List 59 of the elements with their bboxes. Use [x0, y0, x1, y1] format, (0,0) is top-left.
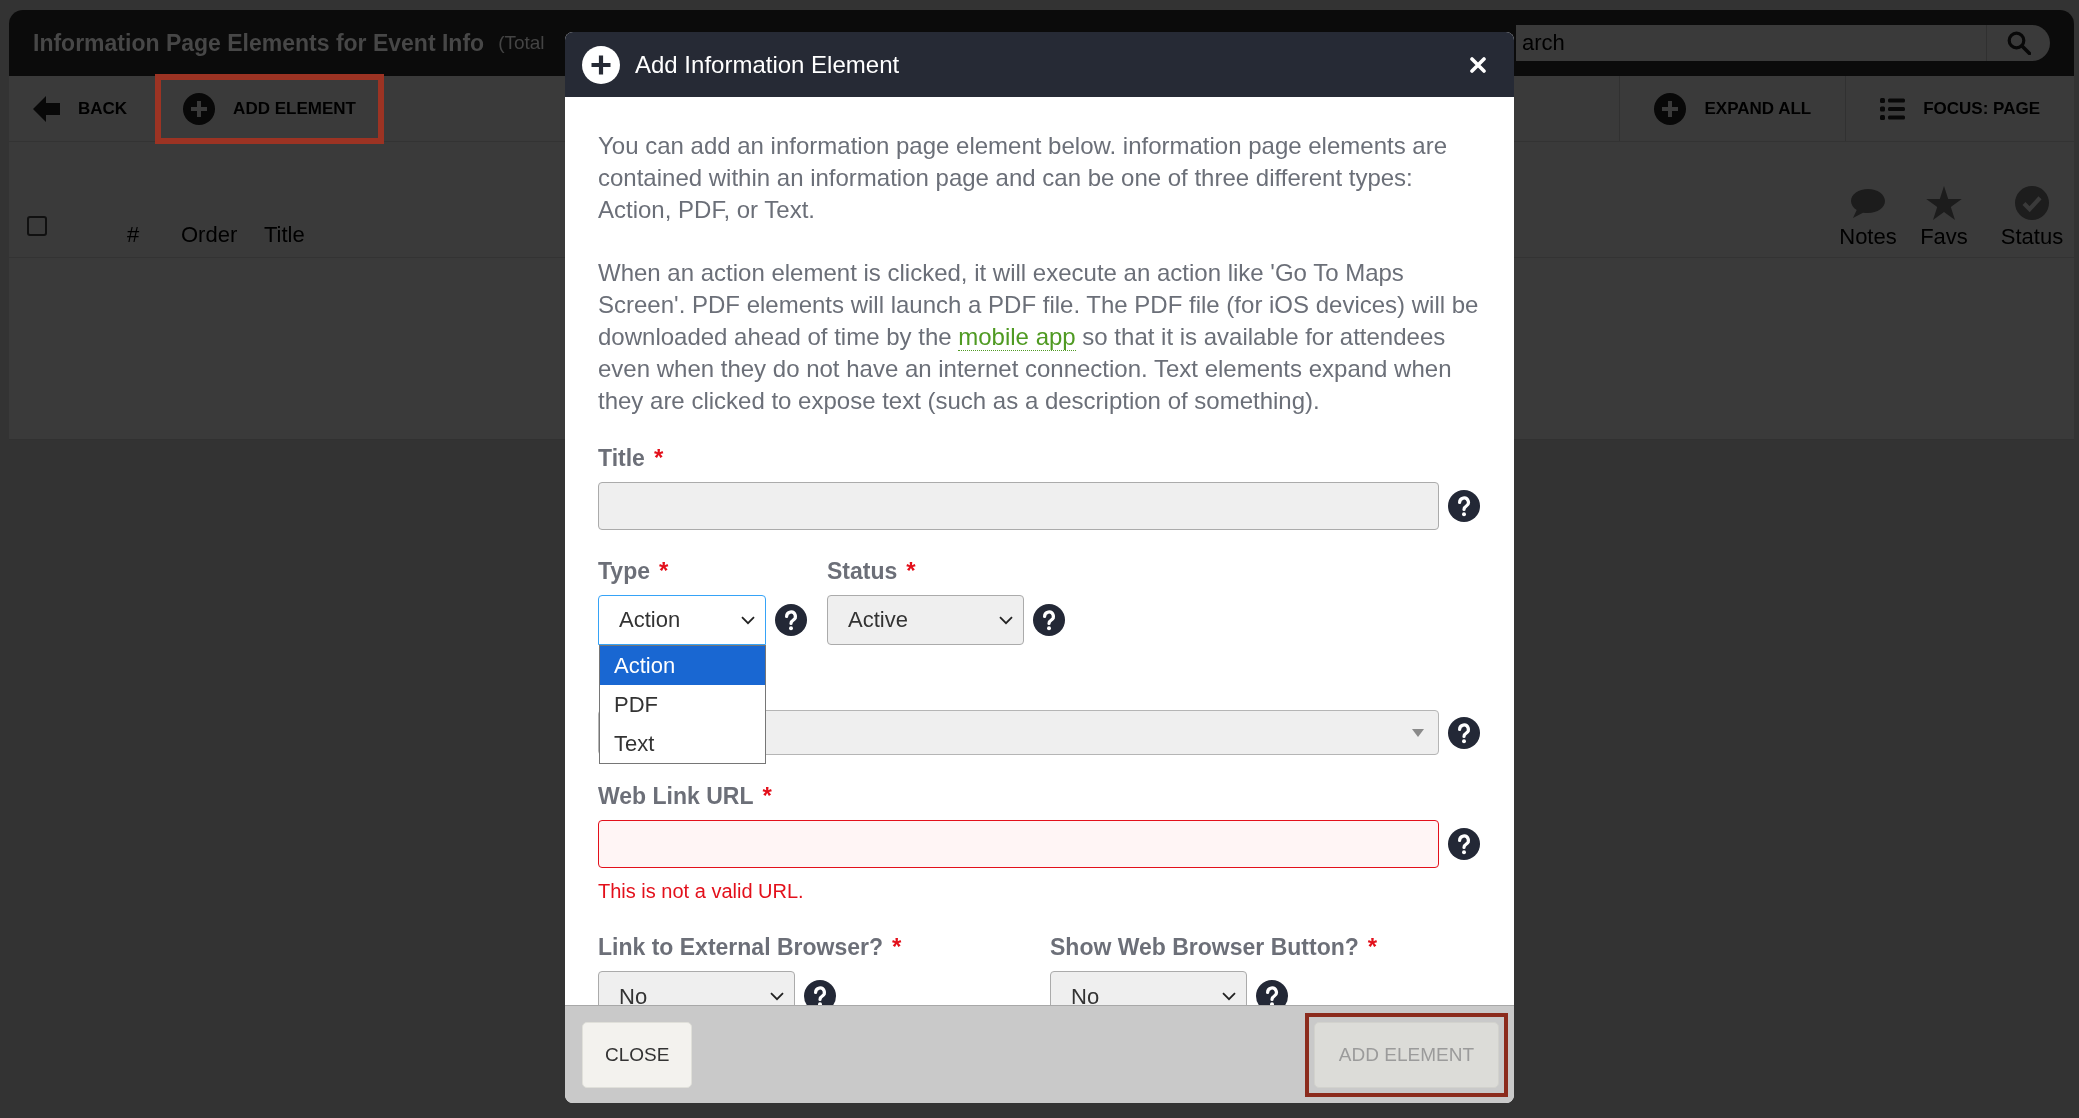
required-mark: *: [659, 556, 669, 586]
text-input[interactable]: [598, 482, 1439, 530]
column-header: Notes: [1839, 224, 1897, 250]
plus-circle-icon: [582, 45, 620, 84]
field-label: Title: [598, 444, 645, 473]
total-count-label: (Total: [498, 32, 545, 54]
help-icon[interactable]: [1448, 490, 1480, 522]
plus-circle-icon: [183, 92, 216, 125]
dropdown-option[interactable]: Action: [600, 646, 765, 685]
page-title: Information Page Elements for Event Info: [33, 29, 485, 57]
list-icon: [1880, 97, 1906, 120]
select-all-checkbox[interactable]: [27, 216, 47, 236]
chevron-down-icon: [999, 615, 1013, 625]
chevron-down-icon: [1222, 992, 1236, 1001]
caret-down-icon: [1412, 728, 1424, 737]
column-header: #: [127, 222, 141, 248]
star-icon: [1926, 186, 1962, 220]
error-message: This is not a valid URL.: [598, 879, 805, 904]
check-circle-icon: [2014, 186, 2050, 220]
select-field[interactable]: Action: [598, 595, 766, 645]
close-icon[interactable]: [1470, 56, 1486, 73]
column-header: Order: [181, 222, 239, 248]
field-label: Web Link URL: [598, 782, 754, 811]
speech-bubble-icon: [1850, 186, 1886, 220]
column-header: Favs: [1920, 224, 1968, 250]
plus-circle-icon: [1654, 92, 1687, 125]
select-field[interactable]: No: [1050, 971, 1247, 1005]
text-link[interactable]: mobile app: [958, 323, 1076, 351]
help-icon[interactable]: [775, 604, 807, 636]
field-label: Show Web Browser Button?: [1050, 933, 1359, 962]
required-mark: *: [762, 781, 772, 811]
field-label: Status: [827, 557, 898, 586]
help-icon[interactable]: [804, 980, 836, 1005]
field-label: Link to External Browser?: [598, 933, 883, 962]
column-header: Title: [264, 222, 305, 248]
help-icon[interactable]: [1256, 980, 1288, 1005]
help-icon[interactable]: [1448, 828, 1480, 860]
help-icon[interactable]: [1448, 716, 1480, 749]
chevron-down-icon: [770, 992, 784, 1001]
search-field[interactable]: arch: [1516, 25, 1986, 61]
intro-paragraph: When an action element is clicked, it will execute an action like 'Go To Maps Screen'. PDF elements will launch a PDF file. The PDF file (for iOS devices) will be downloaded ahead of time by the mobile app so that it is available for attendees even when they do not have an internet connection. Text elements expand when they are clicked to expose text (such as a description of something).: [598, 258, 1480, 416]
dropdown-option[interactable]: PDF: [600, 685, 765, 724]
intro-paragraph: You can add an information page element below. information page elements are contained within an information page and can be one of three different types: Action, PDF, or Text.: [598, 131, 1448, 225]
required-mark: *: [892, 932, 902, 962]
required-mark: *: [653, 443, 664, 473]
dialog-title: Add Information Element: [635, 50, 900, 79]
dialog-button[interactable]: CLOSE: [582, 1021, 693, 1088]
chevron-down-icon: [741, 615, 755, 625]
select-field[interactable]: Active: [827, 595, 1024, 645]
dropdown-option[interactable]: Text: [600, 724, 765, 763]
help-icon[interactable]: [1033, 604, 1065, 636]
required-mark: *: [906, 556, 916, 586]
text-input[interactable]: [598, 820, 1439, 868]
column-header: Status: [2000, 224, 2064, 250]
search-icon: [2006, 31, 2031, 55]
field-label: Type: [598, 557, 650, 586]
arrow-left-icon: [33, 95, 60, 122]
required-mark: *: [1367, 932, 1378, 962]
select-field[interactable]: No: [598, 971, 795, 1005]
